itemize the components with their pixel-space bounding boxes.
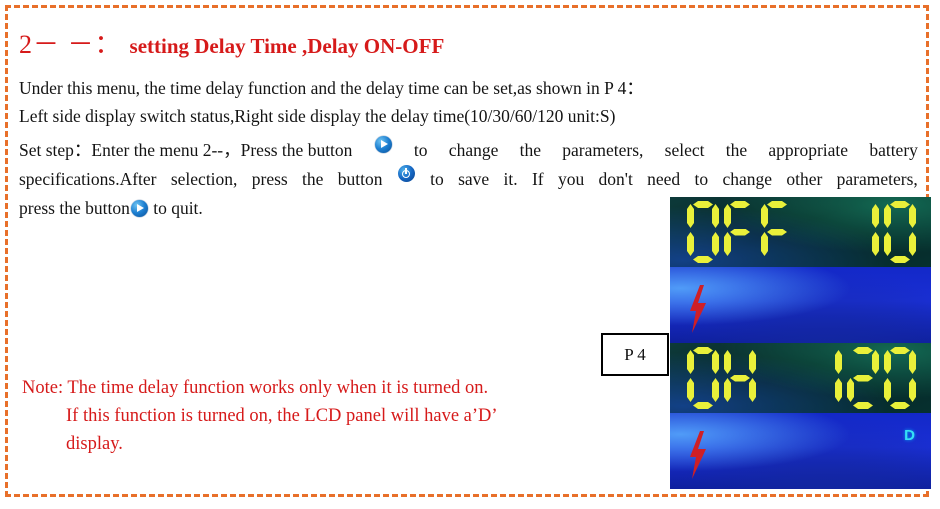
seven-segment-digit bbox=[883, 201, 917, 263]
note-block: Note: The time delay function works only… bbox=[22, 374, 498, 458]
lightning-bolt-icon-2 bbox=[688, 431, 708, 480]
p4-caption-box: P 4 bbox=[601, 333, 669, 376]
title-main: setting Delay Time ,Delay ON-OFF bbox=[129, 34, 445, 58]
set-step-seg-2c: the bbox=[519, 140, 541, 160]
set-step-seg-2h: battery bbox=[869, 140, 918, 160]
lcd-top-body-area bbox=[670, 267, 931, 343]
title-prefix: 2－ －： bbox=[19, 30, 122, 59]
seven-segment-digit bbox=[823, 347, 843, 409]
set-step-seg-3e: button bbox=[337, 169, 383, 189]
set-step-seg-3a: specifications.After bbox=[19, 169, 157, 189]
set-step-line-2: specifications.After selection, press the bu… bbox=[19, 165, 918, 194]
set-step-seg-3k: don't bbox=[598, 169, 633, 189]
set-step-seg-4a: press the button bbox=[19, 198, 130, 218]
lightning-bolt-icon bbox=[688, 285, 708, 334]
power-button-icon[interactable] bbox=[397, 165, 415, 182]
lcd-panel-photo: D bbox=[670, 197, 931, 489]
set-step-seg-3m: to bbox=[694, 169, 709, 189]
body-line-1: Under this menu, the time delay function… bbox=[19, 78, 644, 98]
seven-segment-digit bbox=[723, 201, 757, 263]
seven-segment-digit bbox=[860, 201, 880, 263]
set-step-seg-3h: it. bbox=[503, 169, 518, 189]
set-step-seg-2f: the bbox=[725, 140, 748, 160]
lcd-top-segment-area bbox=[670, 197, 931, 268]
lcd-bottom-segment-area bbox=[670, 343, 931, 414]
set-step-seg-2b: change bbox=[448, 140, 499, 160]
set-step-seg-2a: to bbox=[413, 140, 428, 160]
seven-segment-digit bbox=[883, 347, 917, 409]
note-line-3: display. bbox=[66, 434, 123, 454]
set-step-seg-3l: need bbox=[647, 169, 681, 189]
lcd-bottom-right-digits bbox=[823, 347, 917, 409]
lcd-unit-top bbox=[670, 197, 931, 343]
seven-segment-digit bbox=[760, 201, 794, 263]
page-title: 2－ －： setting Delay Time ,Delay ON-OFF bbox=[19, 24, 444, 61]
set-step-seg-1: Set step：Enter the menu 2--，Press the bu… bbox=[19, 140, 353, 160]
body-line-2: Left side display switch status,Right si… bbox=[19, 106, 616, 126]
lcd-unit-bottom: D bbox=[670, 343, 931, 489]
lcd-bottom-d-indicator: D bbox=[904, 427, 915, 445]
set-step-seg-3j: you bbox=[557, 169, 585, 189]
seven-segment-digit bbox=[686, 201, 720, 263]
set-step-seg-3g: save bbox=[458, 169, 490, 189]
set-step-seg-3c: press bbox=[251, 169, 288, 189]
play-button-icon-2[interactable] bbox=[130, 200, 148, 217]
set-step-seg-3o: other bbox=[786, 169, 823, 189]
set-step-seg-4b: to quit. bbox=[153, 198, 203, 218]
set-step-seg-3n: change bbox=[722, 169, 773, 189]
note-line-1: Note: The time delay function works only… bbox=[22, 378, 489, 398]
p4-caption-label: P 4 bbox=[624, 344, 646, 364]
set-step-seg-3d: the bbox=[302, 169, 324, 189]
set-step-seg-3i: If bbox=[531, 169, 544, 189]
page-root: 2－ －： setting Delay Time ,Delay ON-OFF Un… bbox=[0, 0, 940, 509]
seven-segment-digit bbox=[846, 347, 880, 409]
set-step-seg-2d: parameters, bbox=[562, 140, 644, 160]
set-step-line-1: Set step：Enter the menu 2--，Press the bu… bbox=[19, 136, 918, 165]
lcd-top-right-digits bbox=[860, 201, 917, 263]
play-button-icon[interactable] bbox=[374, 136, 392, 153]
set-step-seg-2e: select bbox=[664, 140, 705, 160]
lcd-top-left-digits bbox=[686, 201, 794, 263]
set-step-seg-2g: appropriate bbox=[768, 140, 849, 160]
seven-segment-digit bbox=[723, 347, 757, 409]
note-line-2: If this function is turned on, the LCD p… bbox=[66, 406, 498, 426]
set-step-seg-3b: selection, bbox=[170, 169, 238, 189]
lcd-bottom-left-digits bbox=[686, 347, 757, 409]
set-step-seg-3p: parameters, bbox=[836, 169, 918, 189]
set-step-seg-3f: to bbox=[430, 169, 444, 189]
seven-segment-digit bbox=[686, 347, 720, 409]
lcd-bottom-body-area: D bbox=[670, 413, 931, 489]
